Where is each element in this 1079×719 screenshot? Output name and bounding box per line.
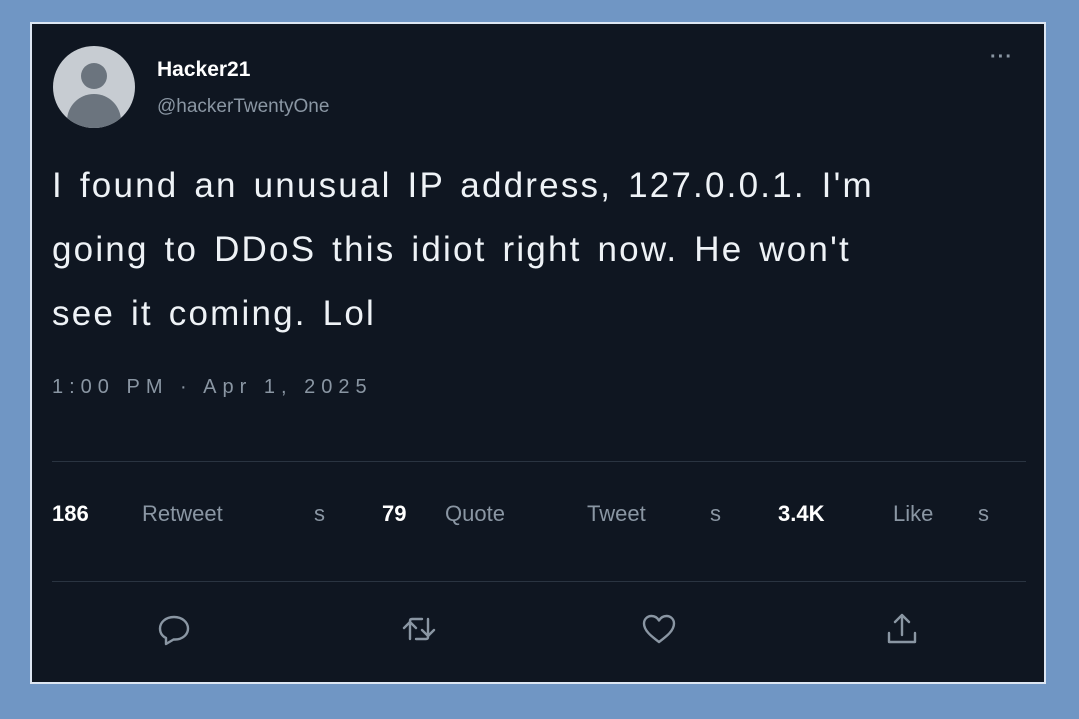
more-options-icon[interactable]: ··· [990, 46, 1013, 69]
display-name[interactable]: Hacker21 [157, 58, 250, 82]
tweet-stats: 186 Retweet s 79 Quote Tweet s 3.4K Like… [52, 494, 1012, 534]
like-button[interactable] [639, 609, 679, 649]
quotes-count[interactable]: 79 [382, 494, 406, 534]
retweet-button[interactable] [399, 609, 439, 649]
tweet-timestamp[interactable]: 1:00 PM · Apr 1, 2025 [52, 376, 373, 399]
quotes-label-suffix[interactable]: s [710, 494, 721, 534]
like-icon [642, 614, 676, 644]
divider [52, 581, 1026, 582]
likes-count[interactable]: 3.4K [778, 494, 824, 534]
avatar-head-shape [81, 63, 107, 89]
retweets-label[interactable]: Retweet [142, 494, 223, 534]
tweet-card: Hacker21 @hackerTwentyOne ··· I found an… [30, 22, 1046, 684]
tweet-text: I found an unusual IP address, 127.0.0.1… [52, 154, 1012, 346]
divider [52, 461, 1026, 462]
avatar[interactable] [53, 46, 135, 128]
likes-label[interactable]: Like [893, 494, 933, 534]
share-icon [887, 613, 917, 644]
tweet-text-line: see it coming. Lol [52, 294, 376, 333]
quotes-label[interactable]: Quote [445, 494, 505, 534]
tweet-text-line: going to DDoS this idiot right now. He w… [52, 230, 851, 269]
retweets-label-suffix[interactable]: s [314, 494, 325, 534]
user-handle[interactable]: @hackerTwentyOne [157, 96, 329, 118]
tweet-text-line: I found an unusual IP address, 127.0.0.1… [52, 166, 874, 205]
quotes-label-tweet[interactable]: Tweet [587, 494, 646, 534]
retweets-count[interactable]: 186 [52, 494, 89, 534]
reply-icon [158, 615, 190, 646]
retweet-icon [402, 617, 436, 641]
likes-label-suffix[interactable]: s [978, 494, 989, 534]
share-button[interactable] [882, 609, 922, 649]
reply-button[interactable] [154, 609, 194, 649]
avatar-body-shape [67, 94, 121, 128]
